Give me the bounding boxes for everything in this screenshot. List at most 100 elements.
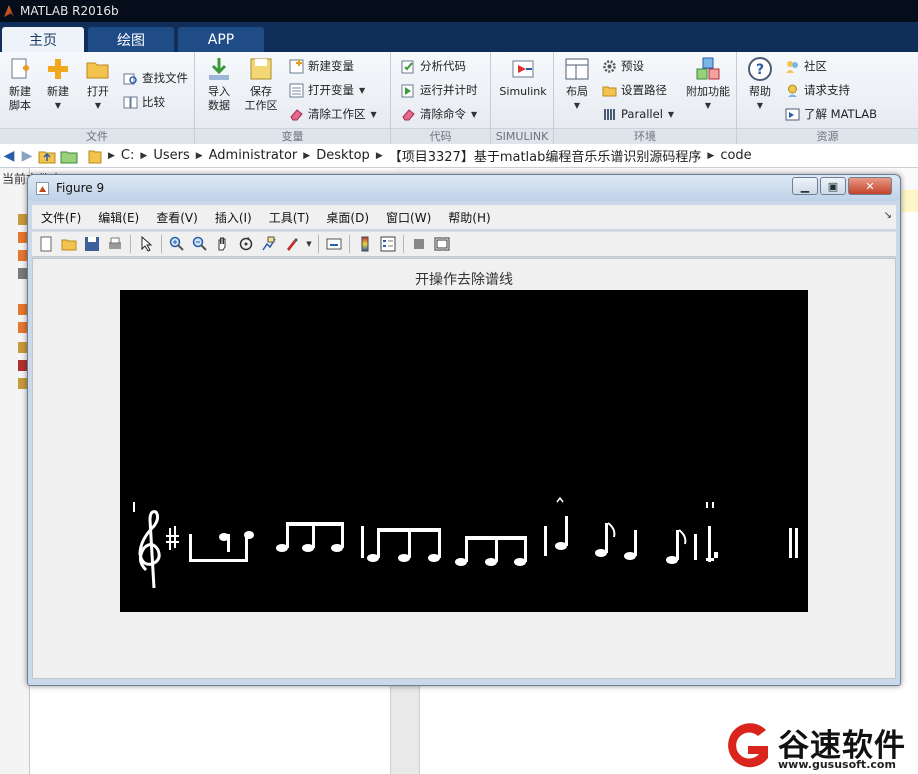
set-path-button[interactable]: 设置路径 [602, 80, 667, 100]
toolbar-divider [349, 235, 350, 253]
forward-arrow-icon[interactable]: ▶ [20, 148, 34, 164]
breadcrumb-administrator[interactable]: Administrator [209, 148, 298, 163]
chevron-down-icon: ▼ [370, 109, 377, 119]
breadcrumb-desktop[interactable]: Desktop [316, 148, 370, 163]
addons-button[interactable]: 附加功能 ▼ [682, 56, 734, 113]
chevron-down-icon: ▼ [94, 101, 102, 110]
browse-folder-icon[interactable] [60, 148, 78, 164]
import-arrow-icon [209, 58, 229, 80]
compare-button[interactable]: 比较 [123, 92, 165, 112]
chevron-down-icon: ▼ [359, 85, 366, 95]
new-script-button[interactable]: 新建 脚本 [0, 56, 40, 113]
app-titlebar: MATLAB R2016b [0, 0, 918, 22]
section-resources: ? 帮助 ▼ 社区 请求支持 了解 MATLAB 资源 [737, 52, 918, 144]
breadcrumb-separator-icon: ▶ [140, 150, 148, 161]
tab-apps[interactable]: APP [178, 27, 264, 52]
plot-title: 开操作去除谱线 [415, 272, 513, 288]
breadcrumb-separator-icon: ▶ [195, 150, 203, 161]
clear-workspace-label: 清除工作区 [308, 107, 366, 121]
ribbon-tabstrip: 主页 绘图 APP [0, 22, 918, 52]
save-icon[interactable] [82, 234, 102, 254]
maximize-button[interactable]: ▣ [820, 177, 846, 195]
minimize-icon: ▁ [800, 179, 810, 193]
import-data-button[interactable]: 导入 数据 [199, 56, 239, 113]
zoom-in-icon[interactable] [167, 234, 187, 254]
back-arrow-icon[interactable]: ◀ [2, 148, 16, 164]
section-file-label: 文件 [0, 128, 194, 144]
menu-edit[interactable]: 编辑(E) [98, 209, 139, 226]
section-variable: 导入 数据 保存 工作区 新建变量 打开变量 ▼ 清除工作区 ▼ 变量 [195, 52, 391, 144]
tab-home[interactable]: 主页 [2, 27, 84, 52]
simulink-button[interactable]: Simulink [495, 56, 551, 99]
sharp-symbol [166, 526, 179, 550]
new-button[interactable]: 新建 ▼ [38, 56, 78, 113]
final-barline [795, 528, 798, 558]
menu-view[interactable]: 查看(V) [156, 209, 198, 226]
section-resources-label: 资源 [737, 128, 918, 144]
binary-image-axes[interactable] [120, 290, 808, 612]
help-button[interactable]: ? 帮助 ▼ [740, 56, 780, 113]
address-bar: ◀ ▶ ▶ C: ▶ Users ▶ Administrator ▶ Deskt… [0, 144, 918, 168]
clear-workspace-button[interactable]: 清除工作区 ▼ [289, 104, 377, 124]
rotate-3d-icon[interactable] [236, 234, 256, 254]
close-button[interactable]: ✕ [848, 177, 892, 195]
save-workspace-label: 保存 工作区 [244, 85, 278, 112]
note-group-1 [189, 531, 254, 562]
menu-file[interactable]: 文件(F) [41, 209, 81, 226]
figure-titlebar[interactable]: Figure 9 ▁ ▣ ✕ [28, 175, 900, 201]
run-and-time-button[interactable]: 运行并计时 [401, 80, 478, 100]
learn-matlab-button[interactable]: 了解 MATLAB [785, 104, 877, 124]
menu-window[interactable]: 窗口(W) [386, 209, 431, 226]
toolbar-divider [161, 235, 162, 253]
open-button[interactable]: 打开 ▼ [78, 56, 118, 113]
watermark: 谷速软件 www.gususoft.com [718, 718, 918, 774]
breadcrumb-drive[interactable]: C: [121, 148, 134, 163]
save-workspace-button[interactable]: 保存 工作区 [241, 56, 281, 113]
minimize-button[interactable]: ▁ [792, 177, 818, 195]
learn-matlab-icon [785, 108, 800, 120]
show-plot-tools-icon[interactable] [432, 234, 452, 254]
find-files-button[interactable]: 查找文件 [123, 68, 188, 88]
link-plot-icon[interactable] [324, 234, 344, 254]
pan-hand-icon[interactable] [213, 234, 233, 254]
menu-help[interactable]: 帮助(H) [448, 209, 490, 226]
community-button[interactable]: 社区 [785, 56, 827, 76]
request-support-button[interactable]: 请求支持 [785, 80, 850, 100]
layout-button[interactable]: 布局 ▼ [557, 56, 597, 113]
chevron-down-icon: ▼ [54, 101, 62, 110]
find-files-icon [123, 73, 137, 84]
print-icon[interactable] [105, 234, 125, 254]
clear-commands-button[interactable]: 清除命令 ▼ [401, 104, 477, 124]
barline [361, 526, 364, 558]
chevron-down-icon[interactable]: ▼ [305, 234, 313, 254]
simulink-label: Simulink [499, 85, 547, 98]
dock-arrow-icon[interactable]: ↘ [884, 210, 892, 221]
breadcrumb-project[interactable]: 【项目3327】基于matlab编程音乐乐谱识别源码程序 [389, 146, 702, 165]
pointer-icon[interactable] [136, 234, 156, 254]
data-cursor-icon[interactable] [259, 234, 279, 254]
up-folder-icon[interactable] [38, 148, 56, 164]
analyze-code-button[interactable]: 分析代码 [401, 56, 466, 76]
colorbar-icon[interactable] [355, 234, 375, 254]
tab-plots[interactable]: 绘图 [88, 27, 174, 52]
figure-toolbar: ▼ [32, 231, 896, 257]
open-file-icon[interactable] [59, 234, 79, 254]
brush-icon[interactable] [282, 234, 302, 254]
menu-desktop[interactable]: 桌面(D) [326, 209, 369, 226]
parallel-button[interactable]: Parallel ▼ [602, 104, 674, 124]
zoom-out-icon[interactable] [190, 234, 210, 254]
chevron-down-icon: ▼ [756, 101, 764, 110]
hide-plot-tools-icon[interactable] [409, 234, 429, 254]
legend-icon[interactable] [378, 234, 398, 254]
preferences-button[interactable]: 预设 [602, 56, 644, 76]
section-code: 分析代码 运行并计时 清除命令 ▼ 代码 [391, 52, 491, 144]
breadcrumb-separator-icon: ▶ [375, 150, 383, 161]
note-group-2 [276, 522, 344, 552]
new-figure-icon[interactable] [36, 234, 56, 254]
menu-tools[interactable]: 工具(T) [269, 209, 310, 226]
open-variable-button[interactable]: 打开变量 ▼ [289, 80, 365, 100]
menu-insert[interactable]: 插入(I) [215, 209, 252, 226]
breadcrumb-code[interactable]: code [720, 148, 751, 163]
new-variable-button[interactable]: 新建变量 [289, 56, 354, 76]
breadcrumb-users[interactable]: Users [153, 148, 189, 163]
